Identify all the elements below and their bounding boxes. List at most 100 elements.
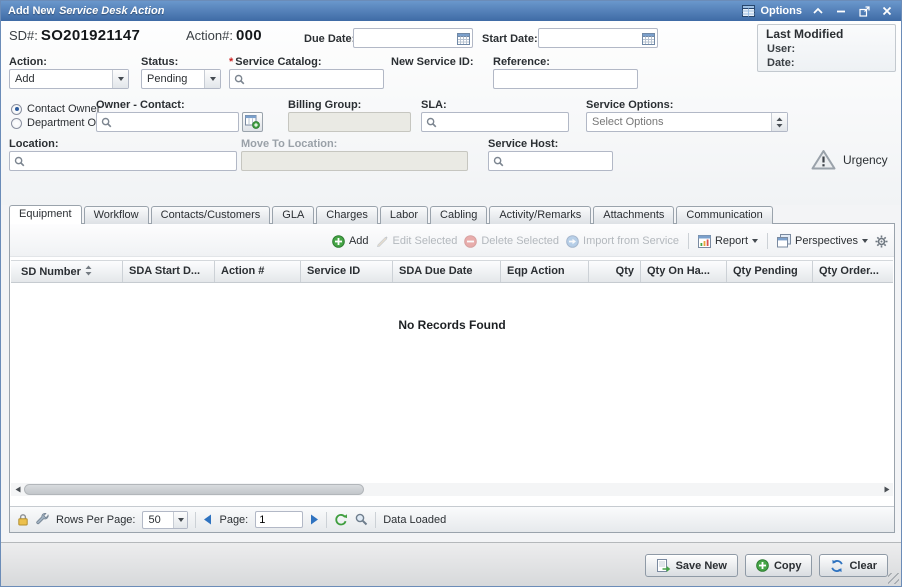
save-new-button[interactable]: Save New (645, 554, 738, 577)
scroll-right-button[interactable] (880, 483, 893, 496)
resize-grip[interactable] (888, 573, 899, 584)
column-header-label: Eqp Action (507, 265, 565, 277)
tab-label: Charges (326, 209, 368, 221)
calendar-icon[interactable] (642, 32, 655, 45)
tab-label: Cabling (440, 209, 477, 221)
tab-labor[interactable]: Labor (380, 206, 428, 224)
report-button[interactable]: Report (698, 235, 758, 248)
status-select[interactable]: Pending (141, 69, 221, 89)
perspectives-button[interactable]: Perspectives (777, 234, 868, 248)
dropdown-arrow-box (112, 70, 128, 88)
tab-charges[interactable]: Charges (316, 206, 378, 224)
column-header-label: Qty Pending (733, 265, 798, 277)
column-header-label: SD Number (21, 266, 81, 278)
options-button[interactable]: Options (742, 5, 802, 17)
column-header-qty-on-hand[interactable]: Qty On Ha... (641, 261, 727, 282)
column-header-qty-pending[interactable]: Qty Pending (727, 261, 813, 282)
horizontal-scrollbar[interactable] (11, 483, 893, 496)
titlebar: Add New Service Desk Action Options (1, 1, 901, 21)
report-button-label: Report (715, 235, 748, 247)
tab-equipment[interactable]: Equipment (9, 205, 82, 224)
page-input[interactable] (255, 511, 303, 528)
search-icon (234, 74, 245, 85)
owner-contact-input[interactable] (96, 112, 239, 132)
scrollbar-thumb[interactable] (24, 484, 364, 495)
column-header-sda-due-date[interactable]: SDA Due Date (393, 261, 501, 282)
column-header-qty[interactable]: Qty (589, 261, 641, 282)
urgency-indicator[interactable]: Urgency (811, 149, 888, 170)
lock-columns-button[interactable] (17, 513, 29, 526)
tab-communication[interactable]: Communication (676, 206, 772, 224)
next-page-icon (310, 514, 319, 525)
action-number-label: Action#: (186, 28, 233, 43)
refresh-grid-button[interactable] (334, 513, 348, 527)
last-modified-date-label: Date: (767, 57, 795, 69)
scroll-left-button[interactable] (11, 483, 24, 496)
previous-page-icon (203, 514, 212, 525)
start-date-label: Start Date: (482, 33, 538, 45)
service-options-select[interactable]: Select Options (586, 112, 788, 132)
window-title-prefix: Add New (8, 5, 55, 17)
urgency-warning-icon (811, 149, 836, 170)
dropdown-arrow-box (204, 70, 220, 88)
collapse-button[interactable] (811, 4, 825, 18)
service-options-label: Service Options: (586, 99, 673, 111)
edit-selected-button[interactable]: Edit Selected (376, 235, 458, 248)
zoom-grid-button[interactable] (355, 513, 368, 526)
zoom-icon (355, 513, 368, 526)
copy-button[interactable]: Copy (745, 554, 813, 577)
next-page-button[interactable] (310, 514, 319, 525)
copy-icon (756, 559, 769, 572)
scroll-left-icon (15, 486, 21, 493)
scrollbar-track[interactable] (24, 483, 880, 496)
grid-settings-button[interactable] (875, 235, 888, 248)
due-date-input[interactable] (353, 28, 473, 48)
calendar-icon[interactable] (457, 32, 470, 45)
column-header-sd-number[interactable]: SD Number (11, 261, 123, 282)
column-header-eqp-action[interactable]: Eqp Action (501, 261, 589, 282)
perspectives-icon (777, 234, 791, 248)
tab-attachments[interactable]: Attachments (593, 206, 674, 224)
location-input[interactable] (9, 151, 237, 171)
add-button[interactable]: Add (332, 235, 369, 248)
import-from-service-button[interactable]: Import from Service (566, 235, 679, 248)
column-header-action-number[interactable]: Action # (215, 261, 301, 282)
start-date-input[interactable] (538, 28, 658, 48)
delete-selected-button[interactable]: Delete Selected (464, 235, 559, 248)
tab-contacts-customers[interactable]: Contacts/Customers (151, 206, 271, 224)
contact-owner-radio[interactable]: Contact Owner (11, 103, 100, 115)
pager-separator (195, 512, 196, 528)
sla-input[interactable] (421, 112, 569, 132)
tab-label: Activity/Remarks (499, 209, 581, 221)
gear-icon (875, 235, 888, 248)
tab-activity-remarks[interactable]: Activity/Remarks (489, 206, 591, 224)
column-header-qty-ordered[interactable]: Qty Order... (813, 261, 893, 282)
action-select-value: Add (10, 73, 112, 85)
rows-per-page-value: 50 (143, 514, 173, 526)
reference-input[interactable] (493, 69, 638, 89)
popout-button[interactable] (857, 4, 871, 18)
tab-cabling[interactable]: Cabling (430, 206, 487, 224)
grid-header-row: SD Number SDA Start D... Action # Servic… (11, 260, 893, 283)
rows-per-page-select[interactable]: 50 (142, 511, 188, 529)
dropdown-arrow-box (173, 512, 187, 528)
tab-gla[interactable]: GLA (272, 206, 314, 224)
action-select[interactable]: Add (9, 69, 129, 89)
minimize-button[interactable] (834, 4, 848, 18)
grid-tools-button[interactable] (36, 513, 49, 526)
chevron-down-icon (178, 518, 184, 522)
service-host-input[interactable] (488, 151, 613, 171)
reference-label: Reference: (493, 56, 550, 68)
titlebar-controls: Options (742, 4, 894, 18)
clear-button[interactable]: Clear (819, 554, 888, 577)
contact-picker-button[interactable] (242, 112, 263, 132)
column-header-sda-start-date[interactable]: SDA Start D... (123, 261, 215, 282)
tab-workflow[interactable]: Workflow (84, 206, 149, 224)
column-header-service-id[interactable]: Service ID (301, 261, 393, 282)
close-button[interactable] (880, 4, 894, 18)
previous-page-button[interactable] (203, 514, 212, 525)
location-label: Location: (9, 138, 59, 150)
status-select-value: Pending (142, 73, 204, 85)
column-header-label: Action # (221, 265, 264, 277)
service-catalog-input[interactable] (229, 69, 384, 89)
